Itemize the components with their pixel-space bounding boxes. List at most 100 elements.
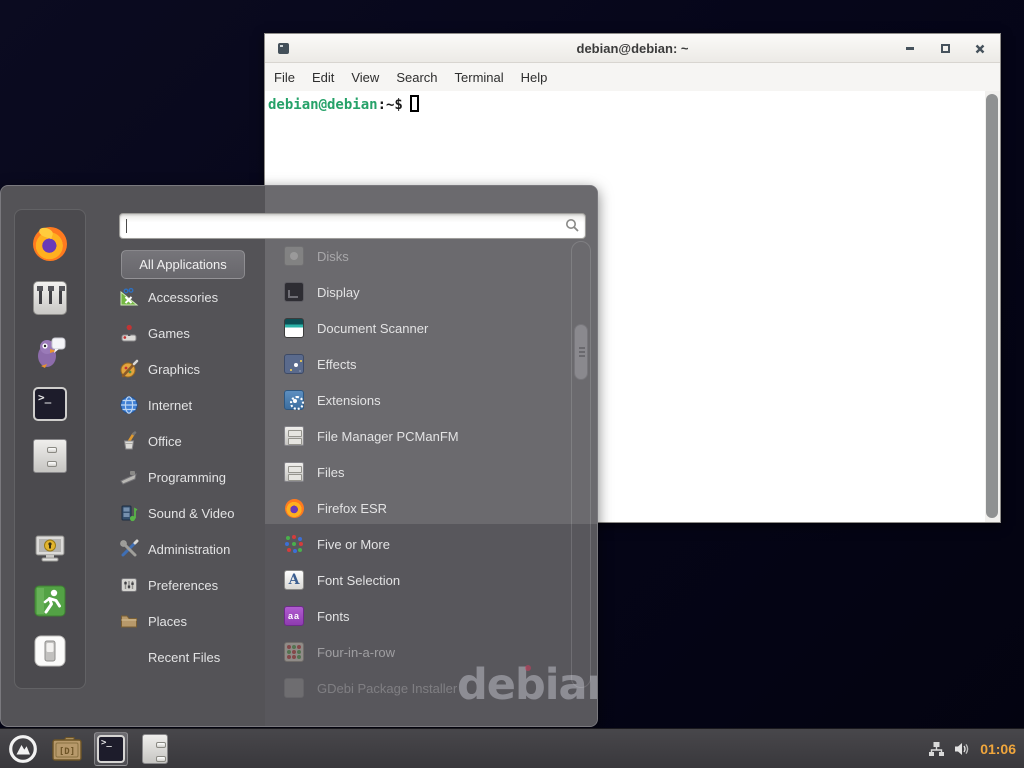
games-icon [119, 323, 139, 343]
menu-terminal[interactable]: Terminal [455, 70, 504, 85]
firefox-icon[interactable] [33, 227, 67, 261]
preferences-icon [119, 575, 139, 595]
font-selection-icon: A [284, 570, 304, 590]
start-menu-icon [8, 734, 38, 764]
category-administration[interactable]: Administration [119, 531, 271, 567]
fonts-icon: aa [284, 606, 304, 626]
display-icon [284, 282, 304, 302]
app-document-scanner[interactable]: Document Scanner [284, 310, 566, 346]
lock-screen-icon[interactable] [33, 531, 67, 565]
close-button[interactable] [974, 43, 986, 55]
search-icon [565, 218, 579, 232]
four-in-a-row-icon [284, 642, 304, 662]
category-accessories[interactable]: Accessories [119, 279, 271, 315]
terminal-scrollbar-thumb[interactable] [986, 94, 998, 518]
pidgin-icon[interactable] [33, 335, 67, 369]
category-label: Places [148, 614, 187, 629]
file-cabinet-icon [284, 462, 304, 482]
network-icon[interactable] [928, 741, 945, 757]
terminal-icon[interactable]: >_ [33, 387, 67, 421]
taskbar-clock[interactable]: 01:06 [980, 741, 1016, 757]
prompt-path: :~$ [378, 97, 403, 113]
menu-help[interactable]: Help [521, 70, 548, 85]
accessories-icon [119, 287, 139, 307]
menu-view[interactable]: View [351, 70, 379, 85]
app-effects[interactable]: Effects [284, 346, 566, 382]
menu-search[interactable]: Search [396, 70, 437, 85]
terminal-icon: >_ [97, 735, 125, 763]
app-disks[interactable]: Disks [284, 238, 566, 274]
app-four-in-a-row[interactable]: Four-in-a-row [284, 634, 566, 670]
administration-icon [119, 539, 139, 559]
menu-edit[interactable]: Edit [312, 70, 334, 85]
terminal-menubar: File Edit View Search Terminal Help [265, 63, 1000, 91]
log-out-icon[interactable] [33, 584, 67, 618]
app-extensions[interactable]: Extensions [284, 382, 566, 418]
category-label: Accessories [148, 290, 218, 305]
app-file-manager-pcmanfm[interactable]: File Manager PCManFM [284, 418, 566, 454]
five-or-more-dots-icon [284, 534, 304, 554]
effects-icon [284, 354, 304, 374]
text-caret [126, 219, 127, 233]
menu-scrollbar[interactable] [571, 241, 591, 688]
terminal-titlebar[interactable]: debian@debian: ~ [265, 34, 1000, 63]
app-firefox-esr[interactable]: Firefox ESR [284, 490, 566, 526]
search-input[interactable] [119, 213, 586, 239]
app-files[interactable]: Files [284, 454, 566, 490]
places-folder-icon [119, 611, 139, 631]
terminal-scrollbar[interactable] [985, 91, 1000, 522]
category-label: Sound & Video [148, 506, 235, 521]
disks-icon [284, 246, 304, 266]
prompt-user-host: debian@debian [268, 97, 378, 113]
app-font-selection[interactable]: A Font Selection [284, 562, 566, 598]
extensions-gear-icon [284, 390, 304, 410]
internet-icon [119, 395, 139, 415]
app-gdebi-package-installer[interactable]: GDebi Package Installer [284, 670, 566, 706]
category-recent-files[interactable]: Recent Files [119, 639, 271, 675]
window-title: debian@debian: ~ [265, 41, 1000, 56]
app-display[interactable]: Display [284, 274, 566, 310]
firefox-icon [284, 498, 304, 518]
menu-scrollbar-thumb[interactable] [574, 324, 588, 380]
category-office[interactable]: Office [119, 423, 271, 459]
file-manager-icon[interactable] [33, 439, 67, 473]
category-label: Office [148, 434, 182, 449]
category-programming[interactable]: Programming [119, 459, 271, 495]
menu-search-bar [119, 213, 586, 239]
taskbar: [D] >_ 01:06 [0, 728, 1024, 768]
files-launcher[interactable] [138, 732, 172, 766]
category-internet[interactable]: Internet [119, 387, 271, 423]
application-list: Disks Display Document Scanner Effects E… [284, 238, 566, 706]
app-fonts[interactable]: aa Fonts [284, 598, 566, 634]
category-places[interactable]: Places [119, 603, 271, 639]
app-five-or-more[interactable]: Five or More [284, 526, 566, 562]
menu-file[interactable]: File [274, 70, 295, 85]
category-games[interactable]: Games [119, 315, 271, 351]
minimize-button[interactable] [904, 43, 916, 55]
category-sound-video[interactable]: Sound & Video [119, 495, 271, 531]
volume-icon[interactable] [954, 741, 971, 757]
settings-mixer-icon[interactable] [33, 281, 67, 315]
file-cabinet-icon [284, 426, 304, 446]
graphics-icon [119, 359, 139, 379]
window-menu-icon[interactable] [278, 43, 289, 54]
folder-icon: [D] [51, 735, 83, 763]
shut-down-icon[interactable] [33, 634, 67, 668]
category-label: Programming [148, 470, 226, 485]
category-all-applications[interactable]: All Applications [121, 250, 245, 279]
sound-video-icon [119, 503, 139, 523]
svg-text:[D]: [D] [59, 747, 75, 757]
category-label: Preferences [148, 578, 218, 593]
category-list: All Applications Accessories [119, 250, 271, 675]
category-preferences[interactable]: Preferences [119, 567, 271, 603]
close-icon [975, 44, 985, 54]
start-menu-button[interactable] [6, 732, 40, 766]
maximize-button[interactable] [939, 43, 951, 55]
office-icon [119, 431, 139, 451]
document-scanner-icon [284, 318, 304, 338]
shell-prompt: debian@debian:~$ [268, 95, 419, 113]
file-manager-launcher[interactable]: [D] [50, 732, 84, 766]
category-graphics[interactable]: Graphics [119, 351, 271, 387]
terminal-window-button[interactable]: >_ [94, 732, 128, 766]
recent-files-spacer [119, 647, 139, 667]
